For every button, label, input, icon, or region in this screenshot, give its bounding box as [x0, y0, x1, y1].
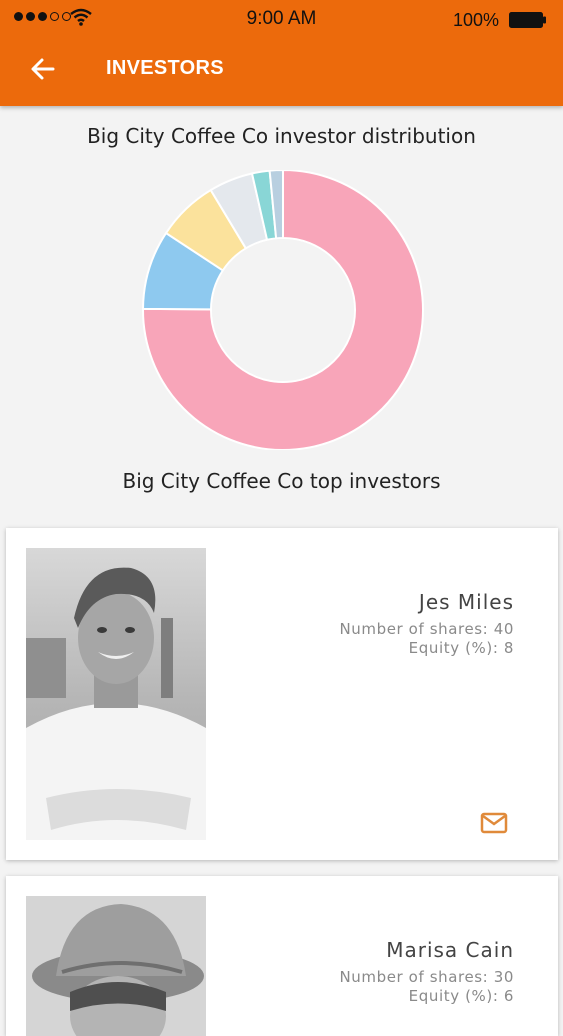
investor-card[interactable]: Marisa Cain Number of shares: 30 Equity … — [6, 876, 558, 1036]
investor-info: Marisa Cain Number of shares: 30 Equity … — [339, 938, 514, 1006]
investor-card[interactable]: Jes Miles Number of shares: 40 Equity (%… — [6, 528, 558, 860]
mail-icon[interactable] — [480, 812, 508, 834]
app-bar: 9:00 AM 100% INVESTORS — [0, 0, 563, 106]
investor-name: Marisa Cain — [386, 938, 514, 962]
investor-photo — [26, 896, 206, 1036]
battery-percentage: 100% — [452, 10, 499, 30]
distribution-chart-title: Big City Coffee Co investor distribution — [87, 124, 476, 148]
top-investors-title: Big City Coffee Co top investors — [122, 469, 441, 493]
status-bar: 9:00 AM 100% — [0, 0, 563, 40]
investor-photo — [26, 548, 206, 840]
investor-info: Jes Miles Number of shares: 40 Equity (%… — [339, 590, 514, 658]
back-arrow-icon[interactable] — [28, 54, 58, 84]
investor-name: Jes Miles — [418, 590, 514, 614]
investor-shares: Number of shares: 40 — [339, 620, 514, 638]
investor-equity: Equity (%): 8 — [408, 639, 514, 657]
investor-shares: Number of shares: 30 — [339, 968, 514, 986]
investor-equity: Equity (%): 6 — [408, 987, 514, 1005]
donut-hole — [212, 239, 354, 381]
battery-icon — [509, 12, 546, 28]
investor-distribution-donut-chart — [141, 170, 424, 450]
page-title: INVESTORS — [106, 57, 224, 79]
